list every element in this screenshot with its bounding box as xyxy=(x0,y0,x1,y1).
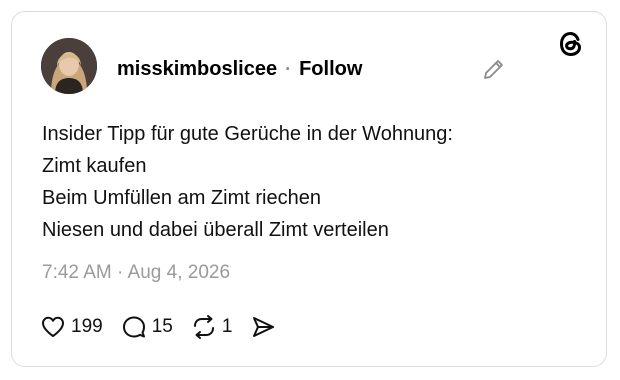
post-text-line: Niesen und dabei überall Zimt verteilen xyxy=(42,219,389,241)
like-button[interactable]: 199 xyxy=(40,314,103,340)
post-text-line: Beim Umfüllen am Zimt riechen xyxy=(42,187,321,209)
like-count: 199 xyxy=(71,316,103,337)
action-bar: 199 15 1 xyxy=(40,313,294,341)
threads-logo-icon[interactable] xyxy=(557,30,585,58)
share-button[interactable] xyxy=(250,314,276,340)
post-text-line: Zimt kaufen xyxy=(42,155,147,177)
repost-button[interactable]: 1 xyxy=(191,314,233,340)
timestamp[interactable]: 7:42 AM · Aug 4, 2026 xyxy=(42,262,230,284)
pencil-icon[interactable] xyxy=(481,56,507,82)
follow-button[interactable]: Follow xyxy=(299,58,362,81)
send-icon xyxy=(250,314,276,340)
repost-icon xyxy=(191,314,217,340)
reply-button[interactable]: 15 xyxy=(121,314,173,340)
repost-count: 1 xyxy=(221,316,233,337)
post-text: Insider Tipp für gute Gerüche in der Woh… xyxy=(42,118,582,246)
username[interactable]: misskimboslicee xyxy=(117,58,277,81)
comment-icon xyxy=(121,314,147,340)
post-header: misskimboslicee · Follow xyxy=(117,56,362,82)
post-text-line: Insider Tipp für gute Gerüche in der Woh… xyxy=(42,123,453,145)
separator-dot: · xyxy=(285,58,292,79)
heart-icon xyxy=(40,314,66,340)
reply-count: 15 xyxy=(151,316,173,337)
avatar[interactable] xyxy=(41,38,97,94)
